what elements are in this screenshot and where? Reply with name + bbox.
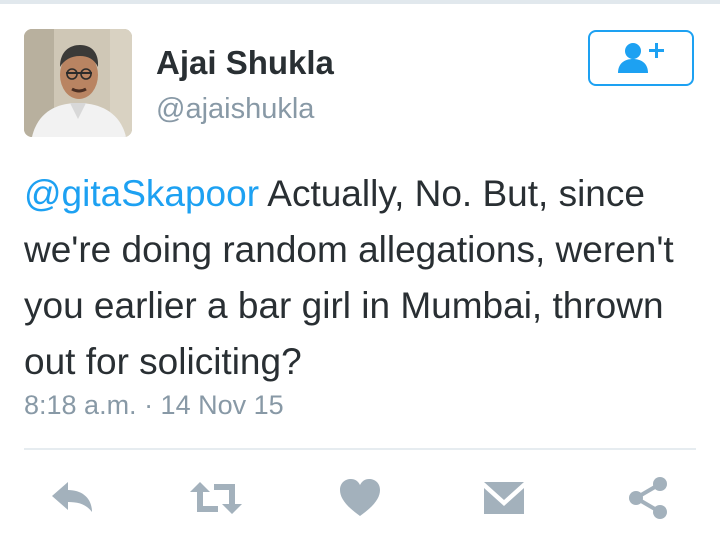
heart-icon <box>340 479 380 516</box>
mention-link[interactable]: @gitaSkapoor <box>24 173 259 214</box>
follow-button[interactable] <box>588 30 694 86</box>
like-button[interactable] <box>332 470 388 526</box>
reply-button[interactable] <box>44 470 100 526</box>
tweet-text: @gitaSkapoor Actually, No. But, since we… <box>24 166 704 390</box>
tweet-card: Ajai Shukla @ajaishukla @gitaSkapoor Act… <box>0 0 720 538</box>
share-button[interactable] <box>620 470 676 526</box>
retweet-button[interactable] <box>188 470 244 526</box>
actions-divider <box>24 448 696 450</box>
display-name[interactable]: Ajai Shukla <box>156 44 334 82</box>
envelope-icon <box>484 482 524 514</box>
retweet-icon <box>190 482 242 514</box>
share-icon <box>629 477 667 519</box>
user-handle[interactable]: @ajaishukla <box>156 93 314 126</box>
reply-icon <box>52 482 92 512</box>
tweet-actions <box>0 470 720 526</box>
tweet-timestamp[interactable]: 8:18 a.m. · 14 Nov 15 <box>24 390 284 421</box>
avatar[interactable] <box>24 29 132 137</box>
direct-message-button[interactable] <box>476 470 532 526</box>
follow-user-icon <box>618 43 664 73</box>
avatar-photo <box>24 29 132 137</box>
